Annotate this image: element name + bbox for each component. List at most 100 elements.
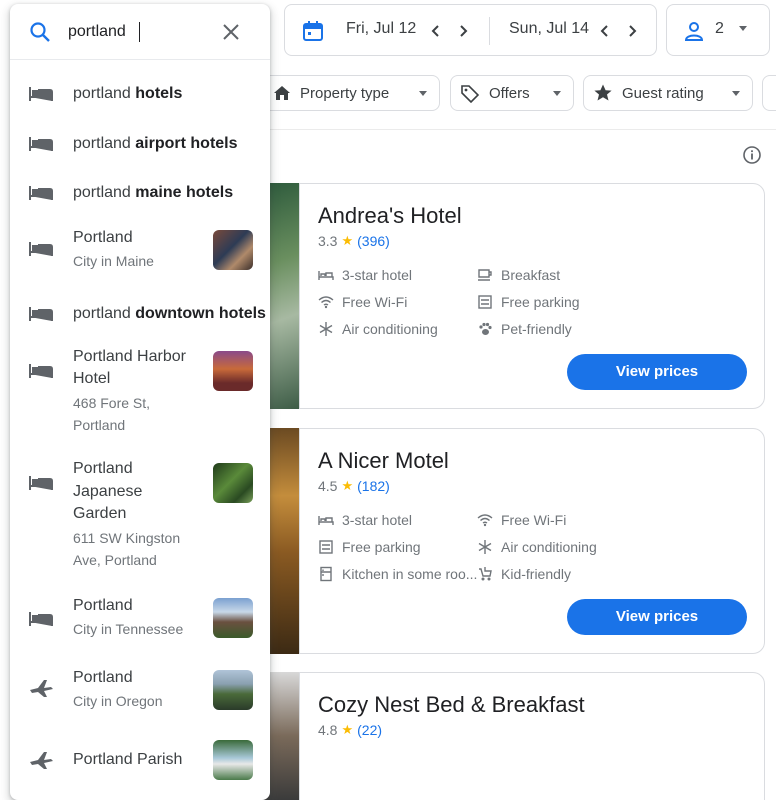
amenity-label: Air conditioning	[342, 321, 438, 337]
filter-more[interactable]	[762, 75, 776, 111]
amenity: Kitchen in some roo...	[318, 566, 477, 582]
place-thumbnail	[213, 598, 253, 638]
suggestion-title: Portland	[73, 669, 133, 686]
hotel-icon	[29, 87, 53, 101]
review-count[interactable]: (182)	[357, 478, 390, 494]
amenity-label: Free parking	[342, 539, 421, 555]
hotel-icon	[29, 307, 53, 321]
checkout-date[interactable]: Sun, Jul 14	[509, 20, 589, 38]
checkout-next-button[interactable]	[621, 19, 643, 43]
guest-count: 2	[715, 20, 724, 37]
suggestion-item[interactable]: Portland City in Tennessee	[10, 594, 270, 650]
amenity-label: Free parking	[501, 294, 580, 310]
checkin-prev-button[interactable]	[425, 19, 447, 43]
info-icon[interactable]	[742, 145, 762, 165]
home-icon	[274, 86, 290, 100]
divider	[262, 129, 776, 130]
checkout-prev-button[interactable]	[594, 19, 616, 43]
date-picker[interactable]: Fri, Jul 12 Sun, Jul 14	[284, 4, 657, 56]
amenity-label: Kitchen in some roo...	[342, 566, 478, 582]
suggestion-item[interactable]: Portland Harbor Hotel 468 Fore St, Portl…	[10, 344, 270, 444]
suggestion-title: Portland	[73, 460, 133, 477]
breakfast-icon	[478, 269, 492, 281]
suggestion-title: Portland Parish	[73, 751, 183, 768]
suggestion-item[interactable]: Portland Japanese Garden 611 SW Kingston…	[10, 456, 270, 578]
suggestion-item[interactable]: portland maine hotels	[10, 171, 270, 215]
hotel-rating: 4.8 ★ (22)	[318, 722, 382, 738]
amenity: Air conditioning	[318, 321, 438, 337]
place-thumbnail	[213, 463, 253, 503]
amenity-label: 3-star hotel	[342, 512, 413, 528]
hotel-card[interactable]: Andrea's Hotel 3.3 ★ (396) 3-star hotel …	[299, 183, 765, 409]
checkin-date[interactable]: Fri, Jul 12	[346, 20, 416, 38]
rating-value: 4.5	[318, 478, 338, 494]
hotel-icon	[29, 612, 53, 626]
review-count[interactable]: (22)	[357, 722, 382, 738]
suggestion-item[interactable]: Portland City in Maine	[10, 220, 270, 280]
guests-selector[interactable]: 2	[666, 4, 770, 56]
suggestion-subtitle: 611 SW Kingston	[73, 530, 181, 546]
amenity: Kid-friendly	[477, 566, 571, 582]
hotel-icon	[29, 476, 53, 490]
filter-offers[interactable]: Offers	[450, 75, 574, 111]
suggestion-item[interactable]: portland downtown hotels	[10, 292, 270, 336]
amenity-label: 3-star hotel	[342, 267, 413, 283]
search-bar[interactable]	[10, 4, 270, 60]
star-icon: ★	[341, 478, 354, 493]
hotel-name[interactable]: A Nicer Motel	[318, 448, 449, 474]
stroller-icon	[479, 567, 492, 581]
star-icon	[594, 84, 612, 101]
suggestion-title: Japanese	[73, 483, 143, 500]
amenity: Free Wi-Fi	[318, 294, 407, 310]
suggestion-text: portland hotels	[73, 85, 183, 102]
checkin-next-button[interactable]	[452, 19, 474, 43]
hotel-name[interactable]: Andrea's Hotel	[318, 203, 462, 229]
filter-property-type[interactable]: Property type	[262, 75, 440, 111]
view-prices-button[interactable]: View prices	[567, 599, 747, 635]
amenity-label: Free Wi-Fi	[501, 512, 567, 528]
dropdown-arrow-icon	[419, 90, 427, 96]
suggestion-item[interactable]: portland hotels	[10, 72, 270, 116]
kitchen-icon	[320, 566, 332, 582]
amenity: 3-star hotel	[318, 267, 412, 283]
tag-icon	[461, 85, 480, 103]
suggestion-text: portland maine hotels	[73, 184, 234, 201]
place-thumbnail	[213, 740, 253, 780]
suggestion-item[interactable]: portland airport hotels	[10, 122, 270, 166]
suggestion-subtitle: City in Maine	[73, 253, 154, 269]
search-input[interactable]	[68, 18, 208, 46]
amenity-label: Free Wi-Fi	[342, 294, 408, 310]
clear-search-icon[interactable]	[220, 21, 242, 43]
hotel-name[interactable]: Cozy Nest Bed & Breakfast	[318, 692, 585, 718]
amenity: Free parking	[318, 539, 421, 555]
hotel-icon	[29, 364, 53, 378]
place-thumbnail	[213, 230, 253, 270]
review-count[interactable]: (396)	[357, 233, 390, 249]
parking-icon	[319, 540, 333, 554]
hotel-class-icon	[318, 516, 334, 525]
suggestion-title: Portland	[73, 229, 133, 246]
dropdown-arrow-icon	[732, 90, 740, 96]
paw-icon	[479, 322, 492, 335]
amenity: 3-star hotel	[318, 512, 412, 528]
suggestion-subtitle: Ave, Portland	[73, 552, 157, 568]
person-icon	[684, 22, 704, 41]
hotel-card[interactable]: A Nicer Motel 4.5 ★ (182) 3-star hotel F…	[299, 428, 765, 654]
amenity: Breakfast	[477, 267, 560, 283]
filter-guest-rating[interactable]: Guest rating	[583, 75, 753, 111]
filter-label: Property type	[300, 84, 390, 102]
hotel-card[interactable]: Cozy Nest Bed & Breakfast 4.8 ★ (22)	[299, 672, 765, 800]
view-prices-button[interactable]: View prices	[567, 354, 747, 390]
suggestion-text: portland downtown hotels	[73, 305, 266, 322]
suggestion-text: portland airport hotels	[73, 135, 238, 152]
suggestion-subtitle: 468 Fore St,	[73, 395, 151, 411]
date-divider	[489, 17, 490, 45]
snowflake-icon	[478, 540, 492, 554]
calendar-icon	[303, 21, 323, 41]
suggestion-item[interactable]: Portland Parish	[10, 738, 270, 788]
suggestion-title: Portland Harbor	[73, 348, 186, 365]
text-cursor	[139, 22, 140, 42]
place-thumbnail	[213, 670, 253, 710]
hotel-icon	[29, 242, 53, 256]
suggestion-item[interactable]: Portland City in Oregon	[10, 666, 270, 722]
